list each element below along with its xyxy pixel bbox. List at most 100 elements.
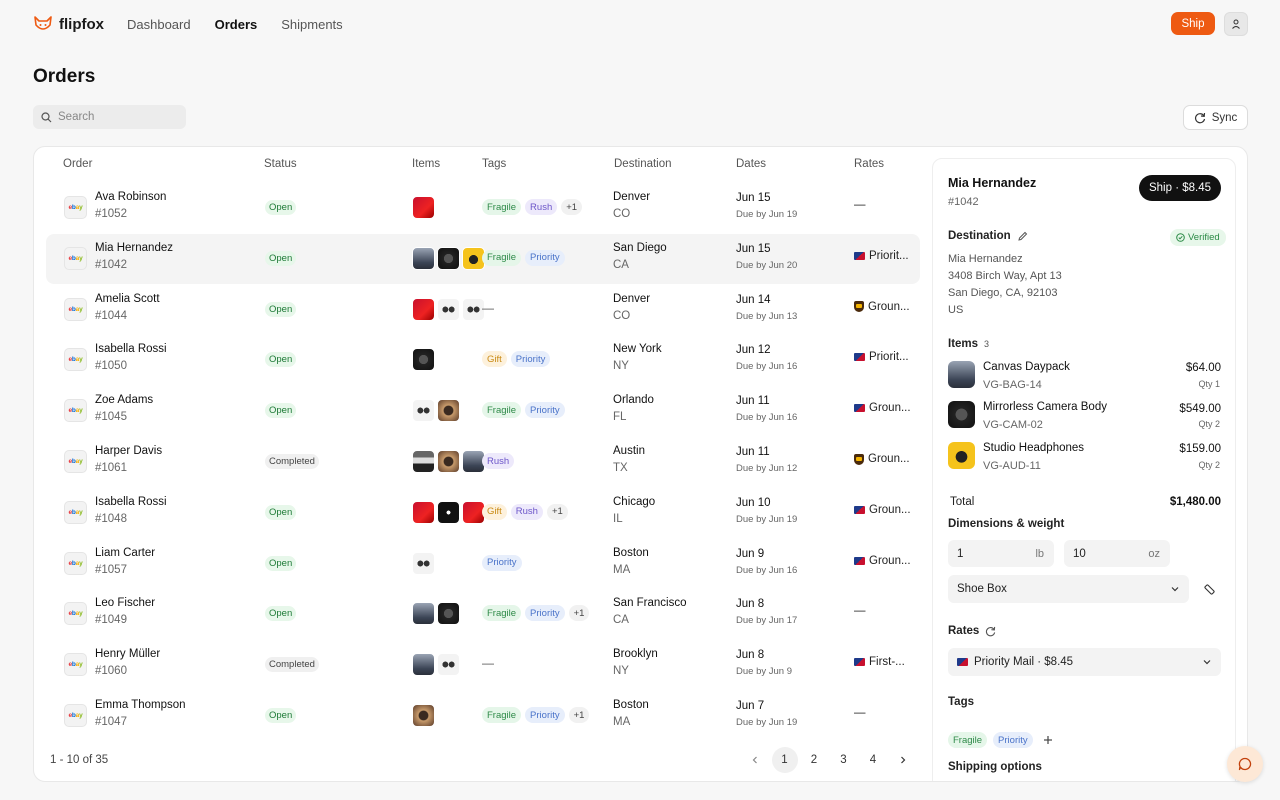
ebay-icon: ebay xyxy=(64,297,87,321)
due-date: Due by Jun 16 xyxy=(736,361,798,373)
destination-label: Destination xyxy=(948,230,1011,242)
chevron-down-icon xyxy=(1171,587,1179,592)
table-row[interactable]: e b a y Henry Müller #1060 Completed — Brooklyn N… xyxy=(46,640,920,690)
next-page-button[interactable] xyxy=(890,747,916,773)
destination-heading: Destination xyxy=(948,230,1028,242)
user-menu-button[interactable] xyxy=(1224,12,1248,36)
ship-button[interactable]: Ship xyxy=(1171,12,1215,35)
rate-cell: First-... xyxy=(854,656,905,668)
edit-icon[interactable] xyxy=(1017,231,1028,242)
destination-city: Orlando xyxy=(613,394,654,407)
weight-oz-input[interactable]: 10 oz xyxy=(1064,540,1170,567)
item-thumbnail xyxy=(948,442,975,469)
table-row[interactable]: e b a y Ava Robinson #1052 Open Fragile Rush +1 De… xyxy=(46,183,920,233)
order-date: Jun 15 xyxy=(736,192,771,204)
tag-badge[interactable]: Rush xyxy=(525,199,558,215)
tag-badge[interactable]: Gift xyxy=(482,503,507,520)
ruler-icon[interactable] xyxy=(1203,583,1216,596)
total-label: Total xyxy=(950,496,975,508)
order-date: Jun 12 xyxy=(736,344,771,357)
tag-badge[interactable]: Priority xyxy=(510,351,551,368)
customer-name: Harper Davis xyxy=(95,445,163,457)
rate-select[interactable]: Priority Mail · $8.45 xyxy=(948,648,1221,676)
sync-button[interactable]: Sync xyxy=(1183,105,1248,130)
tag-fragile[interactable]: Fragile xyxy=(948,732,988,748)
brand-logo[interactable]: flipfox xyxy=(33,14,104,34)
page-1-button[interactable]: 1 xyxy=(771,747,798,773)
due-date: Due by Jun 9 xyxy=(736,666,792,678)
table-row[interactable]: e b a y Leo Fischer #1049 Open Fragile Priority +… xyxy=(46,589,920,639)
chat-button[interactable] xyxy=(1227,746,1263,782)
order-number: #1049 xyxy=(95,614,127,627)
package-select[interactable]: Shoe Box xyxy=(948,575,1189,603)
item-thumbnails xyxy=(412,297,485,321)
tag-badge[interactable]: Rush xyxy=(482,453,515,469)
tag-badge[interactable]: Priority xyxy=(525,707,565,723)
search-input[interactable]: Search xyxy=(33,105,186,129)
weight-lb-value: 1 xyxy=(957,547,964,560)
col-rates[interactable]: Rates xyxy=(854,158,884,170)
destination-state: IL xyxy=(613,512,623,525)
tag-badge[interactable]: Priority xyxy=(525,249,565,266)
page-2-button[interactable]: 2 xyxy=(801,747,827,773)
item-thumbnails xyxy=(412,348,435,372)
col-tags[interactable]: Tags xyxy=(482,158,506,170)
tag-badge[interactable]: Priority xyxy=(525,605,565,622)
item-thumbnail xyxy=(437,399,460,423)
tag-badge[interactable]: Priority xyxy=(482,554,522,571)
col-status[interactable]: Status xyxy=(264,158,297,170)
package-value: Shoe Box xyxy=(957,583,1007,595)
col-dates[interactable]: Dates xyxy=(736,158,766,170)
weight-lb-unit: lb xyxy=(1035,547,1044,560)
rate-cell: Groun... xyxy=(854,555,911,567)
destination-state: CO xyxy=(613,208,631,220)
status-badge: Open xyxy=(265,250,297,266)
rate-cell: — xyxy=(854,605,866,617)
destination-state: FL xyxy=(613,411,627,424)
rate-cell: Groun... xyxy=(854,301,910,313)
tag-badge[interactable]: Gift xyxy=(482,351,507,368)
more-tags-badge[interactable]: +1 xyxy=(546,503,568,520)
page-4-button[interactable]: 4 xyxy=(860,747,886,773)
table-row[interactable]: e b a y Isabella Rossi #1048 Open Gift Rush +1 Chi… xyxy=(46,488,920,538)
refresh-icon[interactable] xyxy=(985,626,996,637)
col-destination[interactable]: Destination xyxy=(614,158,672,170)
chevron-right-icon xyxy=(900,756,905,764)
nav-shipments[interactable]: Shipments xyxy=(281,17,342,32)
rate-cell: Priorit... xyxy=(854,351,909,363)
prev-page-button[interactable] xyxy=(742,747,768,773)
add-tag-icon[interactable] xyxy=(1043,735,1053,745)
item-thumbnails xyxy=(412,602,460,626)
table-row[interactable]: e b a y Isabella Rossi #1050 Open Gift Priority N… xyxy=(46,335,920,385)
table-row[interactable]: e b a y Mia Hernandez #1042 Open Fragile Priorit… xyxy=(46,233,920,284)
ebay-icon: ebay xyxy=(64,704,87,727)
col-order[interactable]: Order xyxy=(63,158,92,170)
table-row[interactable]: e b a y Harper Davis #1061 Completed Rush Austin… xyxy=(46,437,920,487)
customer-name: Liam Carter xyxy=(95,546,156,559)
tag-badge[interactable]: Fragile xyxy=(482,199,522,215)
page-3-button[interactable]: 3 xyxy=(831,747,857,773)
col-items[interactable]: Items xyxy=(412,158,440,170)
table-row[interactable]: e b a y Liam Carter #1057 Open Priority Boston MA… xyxy=(46,539,920,589)
item-price: $64.00 xyxy=(1185,362,1221,374)
nav-orders[interactable]: Orders xyxy=(215,17,258,32)
tag-priority[interactable]: Priority xyxy=(993,732,1033,748)
tag-badge[interactable]: Rush xyxy=(510,503,543,520)
ship-order-button[interactable]: Ship · $8.45 xyxy=(1139,175,1221,201)
tag-badge[interactable]: Priority xyxy=(525,402,565,419)
tag-badge[interactable]: Fragile xyxy=(482,249,522,266)
more-tags-badge[interactable]: +1 xyxy=(568,707,590,723)
table-row[interactable]: e b a y Zoe Adams #1045 Open Fragile Priority Orl… xyxy=(46,386,920,436)
table-row[interactable]: e b a y Amelia Scott #1044 Open — Denver CO Jun 14… xyxy=(46,285,920,335)
order-tags: Priority xyxy=(482,554,522,571)
tag-badge[interactable]: Fragile xyxy=(482,707,522,723)
destination-state: CO xyxy=(613,309,631,322)
nav-dashboard[interactable]: Dashboard xyxy=(127,17,191,32)
table-row[interactable]: e b a y Emma Thompson #1047 Open Fragile Priorit… xyxy=(46,691,920,741)
more-tags-badge[interactable]: +1 xyxy=(561,199,583,215)
pagination: 1 2 3 4 xyxy=(742,747,919,773)
weight-lb-input[interactable]: 1 lb xyxy=(948,540,1054,567)
more-tags-badge[interactable]: +1 xyxy=(568,605,590,622)
tag-badge[interactable]: Fragile xyxy=(482,605,522,622)
tag-badge[interactable]: Fragile xyxy=(482,402,522,419)
